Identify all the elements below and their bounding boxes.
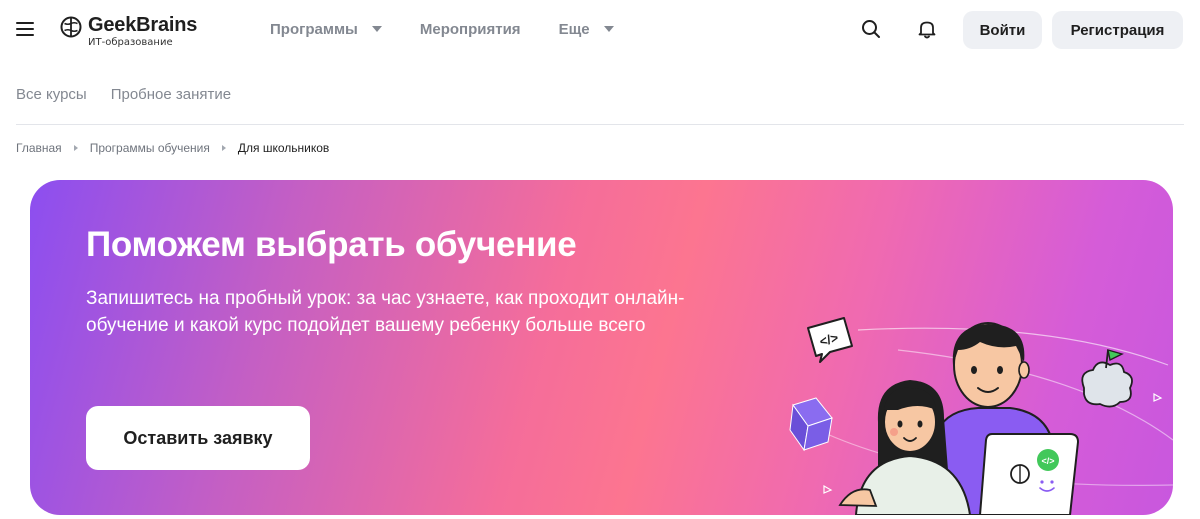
cube-icon [789, 397, 833, 452]
nav-more[interactable]: Еще [559, 19, 614, 39]
bell-icon[interactable] [914, 16, 940, 42]
breadcrumb-current: Для школьников [237, 141, 330, 155]
search-icon[interactable] [858, 16, 884, 42]
chevron-right-icon [73, 145, 78, 151]
main-nav: Программы Мероприятия Еще [270, 19, 652, 39]
nav-events-label: Мероприятия [419, 20, 521, 38]
chevron-down-icon [603, 26, 614, 32]
site-header: GeekBrains ИТ-образование Программы Меро… [0, 0, 1200, 60]
banner-title: Поможем выбрать обучение [86, 225, 577, 264]
hero-banner: Поможем выбрать обучение Запишитесь на п… [30, 180, 1173, 515]
sub-nav: Все курсы Пробное занятие [16, 86, 255, 103]
laptop-icon: </> [978, 433, 1080, 515]
nav-programs[interactable]: Программы [270, 19, 382, 39]
students-illustration: </> </> [789, 317, 1173, 515]
laptop-code-badge: </> [1041, 456, 1054, 466]
code-bubble-icon: </> [807, 317, 853, 363]
breadcrumb: Главная Программы обучения Для школьнико… [16, 141, 329, 155]
cloud-flag-icon [1081, 349, 1133, 408]
triangle-icon [823, 484, 833, 494]
chevron-down-icon [371, 26, 382, 32]
chevron-right-icon [221, 145, 226, 151]
subnav-trial-lesson[interactable]: Пробное занятие [111, 86, 231, 103]
divider [16, 124, 1184, 125]
geekbrains-logo-icon [60, 16, 82, 38]
login-button[interactable]: Войти [963, 11, 1042, 49]
submit-application-button[interactable]: Оставить заявку [86, 406, 310, 470]
logo-tagline: ИТ-образование [88, 37, 173, 48]
subnav-all-courses[interactable]: Все курсы [16, 86, 87, 103]
breadcrumb-home[interactable]: Главная [16, 141, 62, 155]
logo-name: GeekBrains [88, 14, 198, 36]
nav-programs-label: Программы [270, 20, 358, 38]
logo[interactable]: GeekBrains ИТ-образование [60, 14, 220, 52]
banner-text: Запишитесь на пробный урок: за час узнае… [86, 288, 685, 336]
breadcrumb-programs[interactable]: Программы обучения [90, 141, 210, 155]
nav-events[interactable]: Мероприятия [420, 19, 521, 39]
menu-icon[interactable] [16, 22, 34, 36]
triangle-icon [1153, 392, 1163, 402]
register-button[interactable]: Регистрация [1052, 11, 1183, 49]
nav-more-label: Еще [558, 20, 590, 38]
